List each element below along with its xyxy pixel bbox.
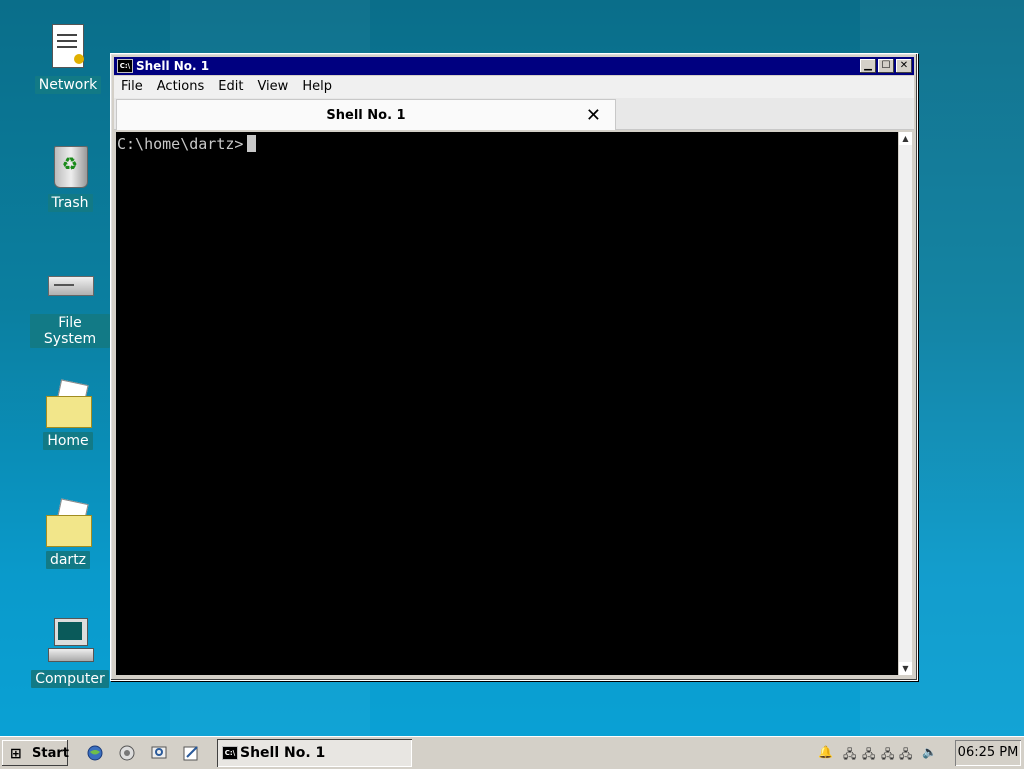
start-button[interactable]: ⊞ Start xyxy=(2,740,69,766)
terminal-area[interactable]: C:\home\dartz> xyxy=(116,132,898,675)
desktop-icon-label: Trash xyxy=(47,194,93,212)
drive-icon xyxy=(46,262,94,310)
desktop-icon-label: File System xyxy=(30,314,110,348)
folder-icon xyxy=(44,498,92,547)
desktop-icon-label: Computer xyxy=(31,670,109,688)
tab-close-icon[interactable]: ✕ xyxy=(586,105,601,126)
menu-bar: File Actions Edit View Help xyxy=(114,76,914,98)
menu-file[interactable]: File xyxy=(114,76,150,94)
recycle-bin-icon: ♻ xyxy=(46,142,94,190)
menu-view[interactable]: View xyxy=(250,76,295,94)
tab-strip: Shell No. 1 ✕ xyxy=(114,98,914,130)
taskbar-item-shell[interactable]: C:\ Shell No. 1 xyxy=(217,739,412,767)
tab-label: Shell No. 1 xyxy=(326,108,406,123)
document-icon xyxy=(44,24,92,72)
vertical-scrollbar[interactable]: ▲ ▼ xyxy=(899,132,912,675)
terminal-prompt: C:\home\dartz> xyxy=(117,135,244,153)
folder-icon xyxy=(44,379,92,428)
desktop-icon-label: Home xyxy=(43,432,93,450)
maximize-button[interactable]: ☐ xyxy=(878,59,894,73)
scroll-up-arrow-icon[interactable]: ▲ xyxy=(899,132,912,145)
network-icon[interactable]: 🖧 xyxy=(881,745,894,766)
taskbar: ⊞ Start C:\ Shell No. 1 🔔 🖧 🖧 🖧 🖧 🔈 06:2… xyxy=(0,736,1024,769)
text-cursor xyxy=(247,135,257,152)
desktop-icon-label: dartz xyxy=(45,551,91,569)
network-icon[interactable]: 🖧 xyxy=(843,745,856,766)
close-button[interactable]: ✕ xyxy=(896,59,912,73)
minimize-button[interactable]: ▁ xyxy=(860,59,876,73)
search-icon[interactable] xyxy=(150,744,168,762)
menu-edit[interactable]: Edit xyxy=(211,76,250,94)
taskbar-item-label: Shell No. 1 xyxy=(240,745,326,761)
network-icon[interactable]: 🖧 xyxy=(899,745,912,766)
editor-icon[interactable] xyxy=(182,744,200,762)
browser-icon[interactable] xyxy=(86,744,104,762)
tab-shell-1[interactable]: Shell No. 1 ✕ xyxy=(116,99,616,130)
menu-actions[interactable]: Actions xyxy=(150,76,212,94)
desktop-icon-computer[interactable]: Computer xyxy=(30,618,110,688)
desktop-icon-home[interactable]: Home xyxy=(28,379,108,450)
computer-icon xyxy=(46,618,94,666)
windows-flag-icon: ⊞ xyxy=(10,746,22,762)
title-bar[interactable]: C:\ Shell No. 1 ▁ ☐ ✕ xyxy=(114,57,914,75)
volume-icon[interactable]: 🔈 xyxy=(922,745,937,759)
desktop-icon-network[interactable]: Network xyxy=(28,24,108,94)
window-title: Shell No. 1 xyxy=(136,59,210,73)
shell-window[interactable]: C:\ Shell No. 1 ▁ ☐ ✕ File Actions Edit Vie… xyxy=(110,53,918,681)
settings-icon[interactable] xyxy=(118,744,136,762)
console-icon: C:\ xyxy=(222,746,238,760)
network-icon[interactable]: 🖧 xyxy=(862,745,875,766)
clock[interactable]: 06:25 PM xyxy=(955,740,1021,766)
notification-bell-icon[interactable]: 🔔 xyxy=(818,745,833,759)
menu-help[interactable]: Help xyxy=(295,76,339,94)
desktop-icon-file-system[interactable]: File System xyxy=(30,262,110,348)
scroll-down-arrow-icon[interactable]: ▼ xyxy=(899,662,912,675)
desktop-icon-label: Network xyxy=(34,76,102,94)
console-icon: C:\ xyxy=(117,59,133,73)
desktop-icon-dartz[interactable]: dartz xyxy=(28,498,108,569)
start-label: Start xyxy=(32,746,69,761)
desktop-icon-trash[interactable]: ♻ Trash xyxy=(30,142,110,212)
